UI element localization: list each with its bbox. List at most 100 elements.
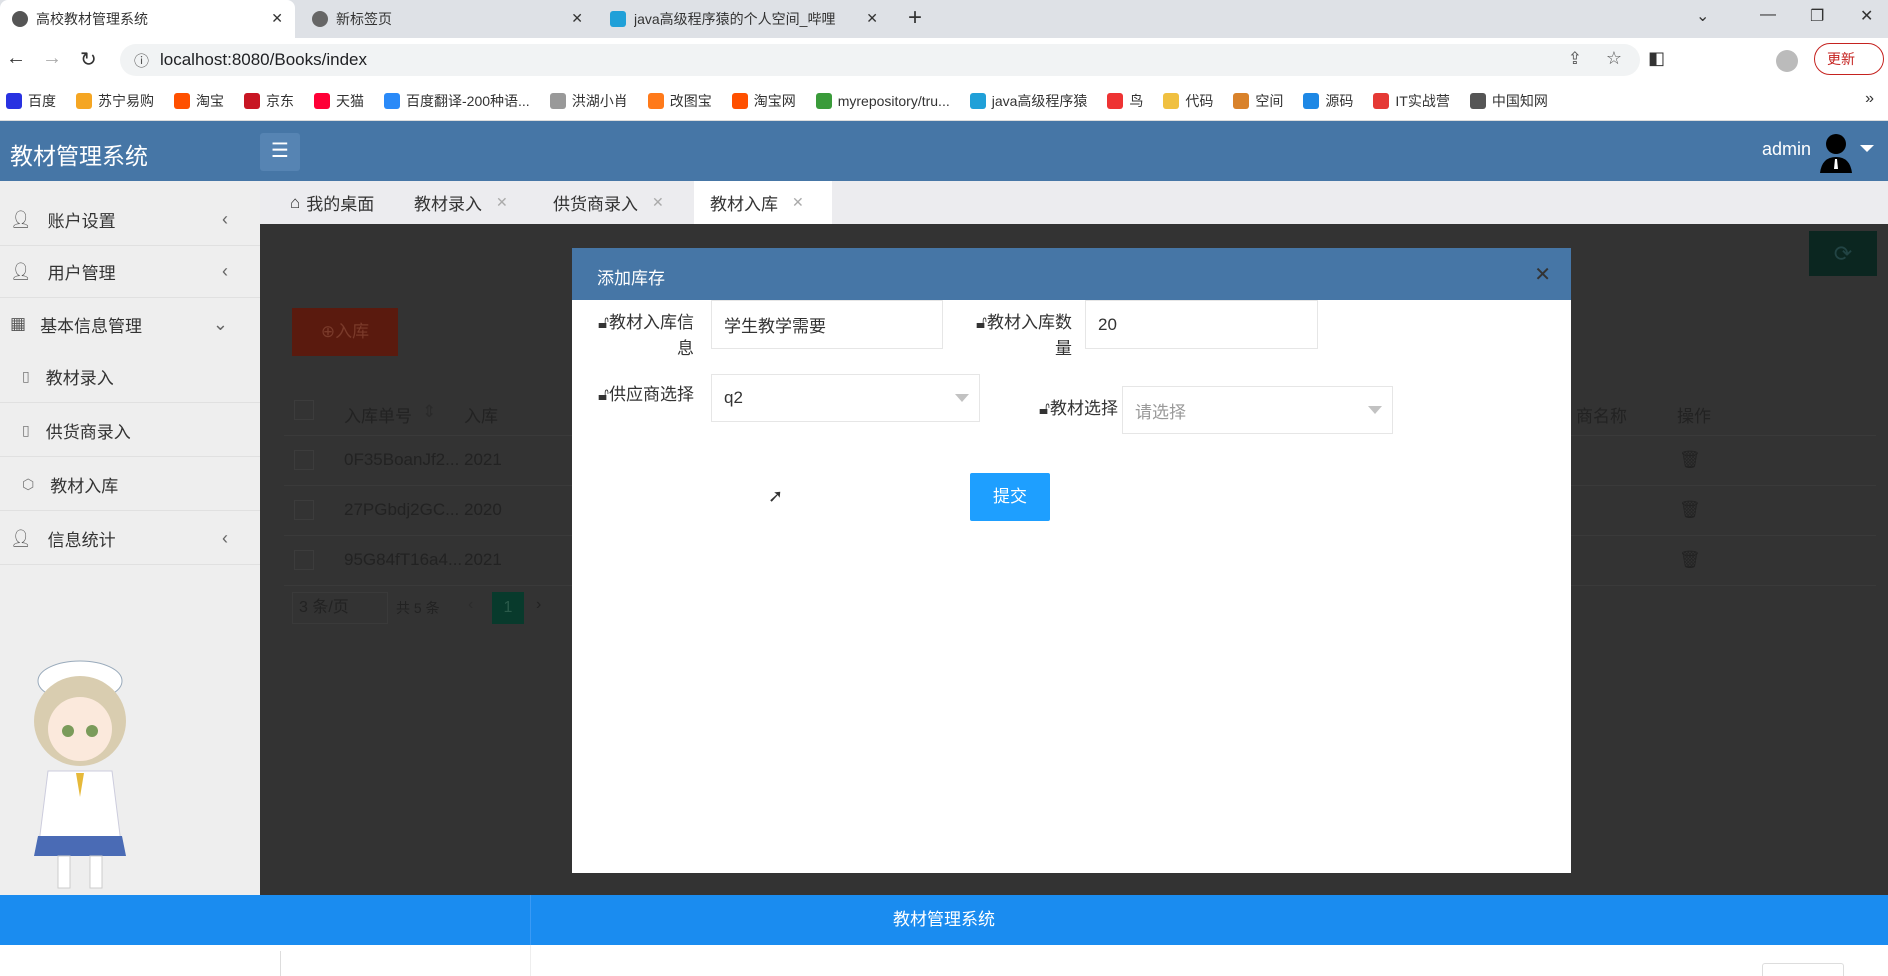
chevron-left-icon: ‹ [222, 528, 228, 548]
bookmark-item[interactable]: 空间 [1233, 91, 1283, 111]
back-icon[interactable]: ← [6, 47, 26, 70]
bookmark-favicon-icon [1469, 93, 1486, 109]
select-all-checkbox[interactable] [294, 400, 314, 420]
sidebar: 👤︎ 账户设置 ‹ 👤︎ 用户管理 ‹ ▦ 基本信息管理 ⌄ ▯ 教材录入 ▯ 供货商录入 ⬡ 教… [0, 181, 260, 895]
supplier-label: 🔓︎供应商选择 [597, 385, 694, 404]
trash-icon[interactable]: 🗑︎ [1679, 550, 1701, 570]
bookmark-item[interactable]: 源码 [1303, 91, 1353, 111]
trash-icon[interactable]: 🗑︎ [1679, 500, 1701, 520]
bookmark-item[interactable]: 中国知网 [1469, 91, 1548, 111]
row-checkbox[interactable] [294, 450, 314, 470]
tab-supplier-entry[interactable]: 供货商录入 ✕ [537, 181, 680, 224]
close-icon[interactable]: ✕ [792, 194, 804, 211]
minimize-button[interactable]: — [1760, 6, 1776, 24]
bookmark-item[interactable]: myrepository/tru... [815, 93, 950, 109]
bookmark-item[interactable]: 百度 [6, 91, 56, 111]
bookmark-item[interactable]: 改图宝 [647, 91, 712, 111]
dialog-header: 添加库存 ✕ [572, 248, 1571, 300]
user-dropdown-caret-icon[interactable] [1860, 145, 1874, 152]
close-tab-icon[interactable]: ✕ [271, 10, 283, 27]
reload-icon[interactable]: ↻ [80, 47, 97, 72]
sort-icon[interactable]: ⇕ [422, 402, 436, 422]
menu-toggle-button[interactable]: ☰ [260, 133, 300, 171]
user-name[interactable]: admin [1762, 139, 1811, 160]
refresh-button[interactable]: ⟳ [1809, 231, 1877, 276]
restore-button[interactable]: ❐ [1810, 6, 1824, 26]
sidebar-item-account-settings[interactable]: 👤︎ 账户设置 ‹ [0, 194, 260, 246]
bookmark-item[interactable]: 淘宝 [174, 91, 224, 111]
app-header: 教材管理系统 ☰ admin [0, 121, 1888, 181]
tab-desktop[interactable]: ⌂ 我的桌面 [274, 181, 390, 224]
bookmark-star-icon[interactable]: ☆ [1606, 48, 1622, 69]
row-checkbox[interactable] [294, 550, 314, 570]
bookmark-favicon-icon [6, 93, 22, 109]
bookmark-favicon-icon [731, 93, 748, 109]
side-panel-icon[interactable]: ◧ [1648, 48, 1665, 69]
bookmark-item[interactable]: IT实战营 [1373, 91, 1450, 111]
box-icon: ⬡ [22, 476, 35, 492]
user-avatar-icon[interactable] [1818, 131, 1854, 173]
browser-tab[interactable]: 高校教材管理系统 ✕ [0, 0, 295, 38]
sidebar-item-statistics[interactable]: 👤︎ 信息统计 ‹ [0, 513, 260, 565]
bookmark-favicon-icon [244, 93, 260, 109]
lock-icon: 🔓︎ [597, 385, 609, 404]
bottom-strip [0, 945, 1888, 976]
bookmarks-bar: 百度 苏宁易购 淘宝 京东 天猫 百度翻译-200种语... 洪湖小肖 改图宝 淘宝网 myrep… [0, 82, 1888, 121]
bookmark-item[interactable]: 鸟 [1107, 91, 1143, 111]
bookmark-item[interactable]: 天猫 [314, 91, 364, 111]
row-checkbox[interactable] [294, 500, 314, 520]
close-icon[interactable]: ✕ [496, 194, 508, 211]
stock-qty-label: 🔓︎教材入库数量 [975, 313, 1072, 358]
stock-in-button[interactable]: ⊕入库 [292, 308, 398, 356]
close-tab-icon[interactable]: ✕ [866, 10, 878, 27]
close-tab-icon[interactable]: ✕ [571, 10, 583, 27]
supplier-select[interactable]: q2 [711, 374, 980, 422]
trash-icon[interactable]: 🗑︎ [1679, 450, 1701, 470]
bookmark-favicon-icon [1163, 93, 1180, 109]
bookmark-item[interactable]: 百度翻译-200种语... [384, 91, 530, 111]
next-page-icon[interactable]: › [536, 596, 541, 614]
page-size-select[interactable]: 3 条/页 [292, 592, 388, 624]
stock-qty-input[interactable]: 20 [1085, 300, 1318, 349]
stock-info-input[interactable]: 学生教学需要 [711, 300, 943, 349]
user-icon: 👤︎ [10, 528, 32, 548]
bookmark-favicon-icon [1107, 93, 1124, 109]
bookmark-item[interactable]: 代码 [1163, 91, 1213, 111]
submit-button[interactable]: 提交 [970, 473, 1050, 521]
close-window-button[interactable]: ✕ [1860, 6, 1873, 26]
update-button[interactable]: 更新 [1814, 43, 1884, 75]
bookmark-item[interactable]: 苏宁易购 [76, 91, 154, 111]
sidebar-item-basic-info[interactable]: ▦ 基本信息管理 ⌄ [0, 298, 260, 350]
url-bar[interactable]: ⓘ localhost:8080/Books/index ⇪ ☆ [120, 44, 1640, 76]
browser-tab[interactable]: 新标签页 ✕ [300, 0, 595, 38]
tab-book-entry[interactable]: 教材录入 ✕ [398, 181, 524, 224]
dialog-title: 添加库存 [597, 269, 665, 288]
page-1-button[interactable]: 1 [492, 592, 524, 624]
profile-avatar[interactable] [1776, 50, 1798, 72]
tab-stock-in[interactable]: 教材入库 ✕ [694, 181, 832, 224]
info-icon[interactable]: ⓘ [134, 50, 149, 71]
bookmark-item[interactable]: 淘宝网 [731, 91, 796, 111]
tab-search-icon[interactable]: ⌄ [1696, 6, 1709, 26]
chrome-icon [312, 11, 328, 27]
sidebar-item-stock-in[interactable]: ⬡ 教材入库 [0, 459, 260, 511]
close-icon[interactable]: ✕ [652, 194, 664, 211]
close-icon[interactable]: ✕ [1534, 262, 1551, 287]
browser-tab[interactable]: java高级程序猿的个人空间_哔哩 ✕ [598, 0, 890, 38]
prev-page-icon[interactable]: ‹ [468, 596, 473, 614]
new-tab-button[interactable]: + [908, 4, 922, 32]
bookmark-item[interactable]: 京东 [244, 91, 294, 111]
bookmark-item[interactable]: java高级程序猿 [969, 91, 1087, 111]
share-icon[interactable]: ⇪ [1568, 49, 1582, 69]
forward-icon[interactable]: → [42, 47, 62, 70]
sidebar-item-book-entry[interactable]: ▯ 教材录入 [0, 351, 260, 403]
chevron-down-icon: ⌄ [212, 313, 228, 334]
more-bookmarks-icon[interactable]: » [1865, 90, 1874, 108]
browser-tab-bar: 高校教材管理系统 ✕ 新标签页 ✕ java高级程序猿的个人空间_哔哩 ✕ + ⌄ —… [0, 0, 1888, 38]
bookmark-item[interactable]: 洪湖小肖 [549, 91, 628, 111]
sidebar-item-user-management[interactable]: 👤︎ 用户管理 ‹ [0, 246, 260, 298]
globe-icon [12, 11, 28, 27]
book-select[interactable]: 请选择 [1122, 386, 1393, 434]
bookmark-favicon-icon [549, 93, 566, 109]
sidebar-item-supplier-entry[interactable]: ▯ 供货商录入 [0, 405, 260, 457]
